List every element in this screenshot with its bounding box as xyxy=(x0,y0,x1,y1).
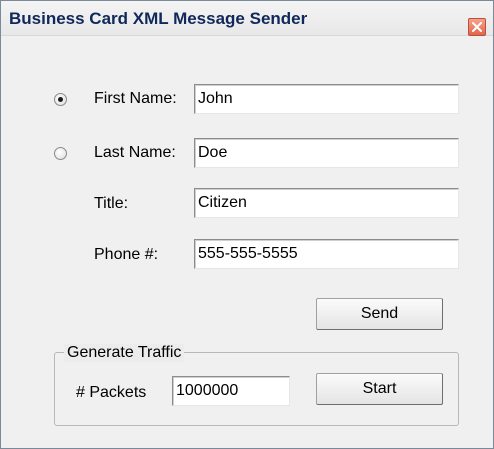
last-name-label: Last Name: xyxy=(94,144,176,161)
packets-label: # Packets xyxy=(76,384,147,401)
phone-label: Phone #: xyxy=(94,246,159,263)
start-button[interactable]: Start xyxy=(316,373,443,405)
title-label: Title: xyxy=(94,195,129,212)
phone-field[interactable] xyxy=(194,239,459,269)
send-button[interactable]: Send xyxy=(316,298,443,330)
title-bar[interactable]: Business Card XML Message Sender xyxy=(1,1,493,36)
window-title: Business Card XML Message Sender xyxy=(9,9,308,28)
close-icon xyxy=(472,22,482,32)
first-name-field[interactable] xyxy=(194,84,459,114)
radio-selected-dot xyxy=(58,97,63,102)
generate-traffic-label: Generate Traffic xyxy=(64,344,185,362)
title-field[interactable] xyxy=(194,188,459,218)
last-name-radio[interactable] xyxy=(54,147,67,160)
packets-field[interactable] xyxy=(172,376,290,406)
first-name-label: First Name: xyxy=(94,90,177,107)
close-button[interactable] xyxy=(468,18,486,36)
first-name-radio[interactable] xyxy=(54,93,67,106)
last-name-field[interactable] xyxy=(194,138,459,168)
